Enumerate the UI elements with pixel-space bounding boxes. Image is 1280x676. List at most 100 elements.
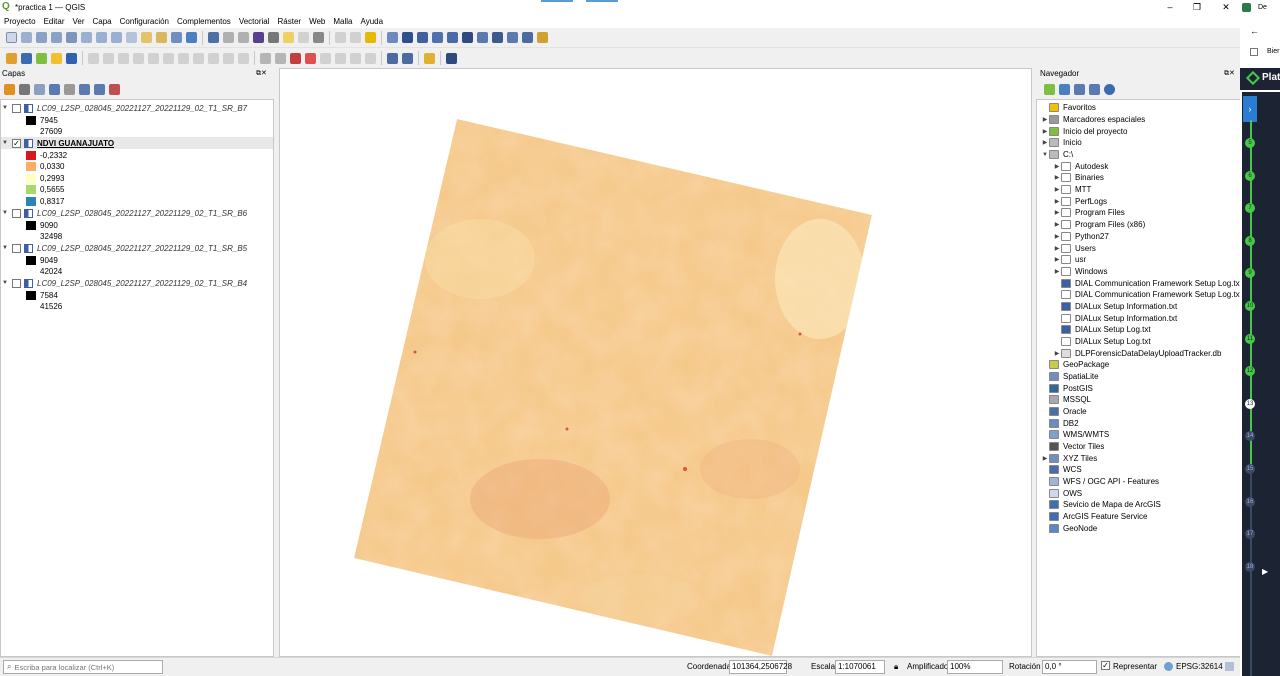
- locator-input[interactable]: [14, 662, 155, 672]
- browser-item[interactable]: ▶ MTT: [1053, 184, 1091, 196]
- edit-pencil-icon[interactable]: [88, 52, 99, 64]
- timeline-step[interactable]: 13: [1245, 398, 1255, 409]
- crs-label[interactable]: EPSG:32614: [1176, 662, 1223, 671]
- browser-item[interactable]: DIAL Communication Framework Setup Log.t…: [1053, 289, 1241, 301]
- add-selected-layers-icon[interactable]: [1044, 83, 1055, 95]
- expand-arrow-icon[interactable]: ▶: [1053, 233, 1061, 240]
- browser-item[interactable]: DIALux Setup Log.txt: [1053, 336, 1151, 348]
- select-features-icon[interactable]: [335, 32, 346, 43]
- expand-arrow-icon[interactable]: ▶: [1053, 245, 1061, 252]
- browser-item[interactable]: OWS: [1041, 487, 1082, 499]
- menu-configuracion[interactable]: Configuración: [116, 17, 173, 26]
- locate-icon[interactable]: [387, 52, 398, 64]
- manage-visibility-icon[interactable]: [34, 83, 45, 95]
- show-bookmarks-icon[interactable]: [156, 32, 167, 43]
- menu-ver[interactable]: Ver: [68, 17, 88, 26]
- toggle-editing-icon[interactable]: [103, 52, 114, 64]
- pan-to-selection-icon[interactable]: [21, 32, 32, 43]
- layer-visibility-checkbox[interactable]: [12, 103, 21, 113]
- expand-arrow-icon[interactable]: ▶: [1053, 209, 1061, 216]
- layer-item-b4[interactable]: ▼ LC09_L2SP_028045_20221127_20221129_02_…: [1, 277, 273, 289]
- browser-item[interactable]: DIALux Setup Information.txt: [1053, 301, 1177, 313]
- save-edits-icon[interactable]: [118, 52, 129, 64]
- browser-item[interactable]: ▶ Autodesk: [1053, 160, 1108, 172]
- zoom-full-icon[interactable]: [66, 32, 77, 43]
- browser-item[interactable]: WCS: [1041, 464, 1082, 476]
- annotation-icon[interactable]: [298, 32, 309, 43]
- expand-all-icon[interactable]: [79, 83, 90, 95]
- expand-arrow-icon[interactable]: ▶: [1053, 186, 1061, 193]
- filter-legend-icon[interactable]: [49, 83, 60, 95]
- expand-arrow-icon[interactable]: ▶: [1041, 455, 1049, 462]
- expand-arrow-icon[interactable]: ▶: [1053, 174, 1061, 181]
- layer-visibility-checkbox[interactable]: [12, 278, 21, 288]
- render-checkbox[interactable]: ✓: [1101, 661, 1110, 670]
- browser-item[interactable]: PostGIS: [1041, 382, 1093, 394]
- properties-info-icon[interactable]: [1104, 83, 1115, 95]
- filter-expression-icon[interactable]: [64, 83, 75, 95]
- web-tool-icon[interactable]: [522, 32, 533, 43]
- timeline-step[interactable]: 6: [1245, 170, 1255, 181]
- collapse-arrow-icon[interactable]: ▼: [1, 280, 9, 286]
- browser-item[interactable]: ▶ Users: [1053, 242, 1096, 254]
- browser-item[interactable]: ▶ DLPForensicDataDelayUploadTracker.db: [1053, 347, 1221, 359]
- paste-feature-icon[interactable]: [208, 52, 219, 64]
- browser-item[interactable]: DIALux Setup Information.txt: [1053, 312, 1177, 324]
- globe-icon[interactable]: [492, 32, 503, 43]
- browser-item[interactable]: ArcGIS Feature Service: [1041, 511, 1147, 523]
- locator-bar[interactable]: ⌕: [3, 660, 163, 674]
- expand-arrow-icon[interactable]: ▶: [1041, 116, 1049, 123]
- browser-item[interactable]: SpatiaLite: [1041, 371, 1099, 383]
- browser-item[interactable]: Oracle: [1041, 406, 1087, 418]
- coordinate-field[interactable]: 101364,2506728: [729, 660, 792, 674]
- select-by-expression-icon[interactable]: [365, 32, 376, 43]
- filter-browser-icon[interactable]: [1074, 83, 1085, 95]
- browser-item[interactable]: ▶ Program Files: [1053, 207, 1125, 219]
- field-calculator-icon[interactable]: [238, 32, 249, 43]
- timeline-step[interactable]: 10: [1245, 301, 1255, 311]
- menu-ayuda[interactable]: Ayuda: [357, 17, 388, 26]
- layer-item-ndvi[interactable]: ▼ ✓ NDVI GUANAJUATO: [1, 137, 273, 149]
- timeline-step[interactable]: 16: [1245, 496, 1255, 507]
- expand-arrow-icon[interactable]: ▶: [1053, 163, 1061, 170]
- expand-arrow-icon[interactable]: ▶: [1041, 128, 1049, 135]
- attribute-table-icon[interactable]: [223, 32, 234, 43]
- panel-float-icon[interactable]: ⧉✕: [256, 69, 267, 79]
- browser-item[interactable]: Sevicio de Mapa de ArcGIS: [1041, 499, 1161, 511]
- vertex-tool-icon[interactable]: [148, 52, 159, 64]
- menu-vectorial[interactable]: Vectorial: [235, 17, 274, 26]
- text-annotation-icon[interactable]: [313, 32, 324, 43]
- browser-item[interactable]: ▶ Inicio: [1041, 137, 1082, 149]
- browser-item[interactable]: Favoritos: [1041, 102, 1096, 114]
- collapse-all-icon[interactable]: [94, 83, 105, 95]
- pan-tool-icon[interactable]: [6, 32, 17, 43]
- undo-icon[interactable]: [223, 52, 234, 64]
- map-canvas[interactable]: [279, 68, 1032, 657]
- collapse-arrow-icon[interactable]: ▼: [1, 105, 9, 111]
- refresh-icon[interactable]: [1059, 83, 1070, 95]
- rotation-spinbox[interactable]: 0,0 °: [1042, 660, 1097, 674]
- zoom-last-icon[interactable]: [126, 32, 137, 43]
- layer-item-b7[interactable]: ▼ LC09_L2SP_028045_20221127_20221129_02_…: [1, 102, 273, 114]
- search-plugin-icon[interactable]: [507, 32, 518, 43]
- expand-arrow-icon[interactable]: ▶: [1053, 221, 1061, 228]
- temporal-controller-icon[interactable]: [171, 32, 182, 43]
- zoom-out-icon[interactable]: [51, 32, 62, 43]
- timeline-step[interactable]: 18: [1245, 561, 1255, 572]
- grid-tool-icon[interactable]: [402, 32, 413, 43]
- layer-visibility-checkbox[interactable]: [12, 208, 21, 218]
- graphical-modeler-icon[interactable]: [447, 32, 458, 43]
- back-arrow-icon[interactable]: ←: [1250, 26, 1259, 36]
- style-manager-icon[interactable]: [6, 52, 17, 64]
- refresh-icon[interactable]: [186, 32, 197, 43]
- zoom-native-icon[interactable]: [111, 32, 122, 43]
- expand-sidebar-button[interactable]: ›: [1243, 96, 1257, 122]
- add-vector-icon[interactable]: [36, 52, 47, 64]
- plugin-manager-icon[interactable]: [537, 32, 548, 43]
- add-group-icon[interactable]: [19, 83, 30, 95]
- collapse-all-icon[interactable]: [1089, 83, 1100, 95]
- expand-arrow-icon[interactable]: ▶: [1053, 198, 1061, 205]
- deselect-icon[interactable]: [350, 32, 361, 43]
- zoom-in-icon[interactable]: [36, 32, 47, 43]
- map-tips-icon[interactable]: [283, 32, 294, 43]
